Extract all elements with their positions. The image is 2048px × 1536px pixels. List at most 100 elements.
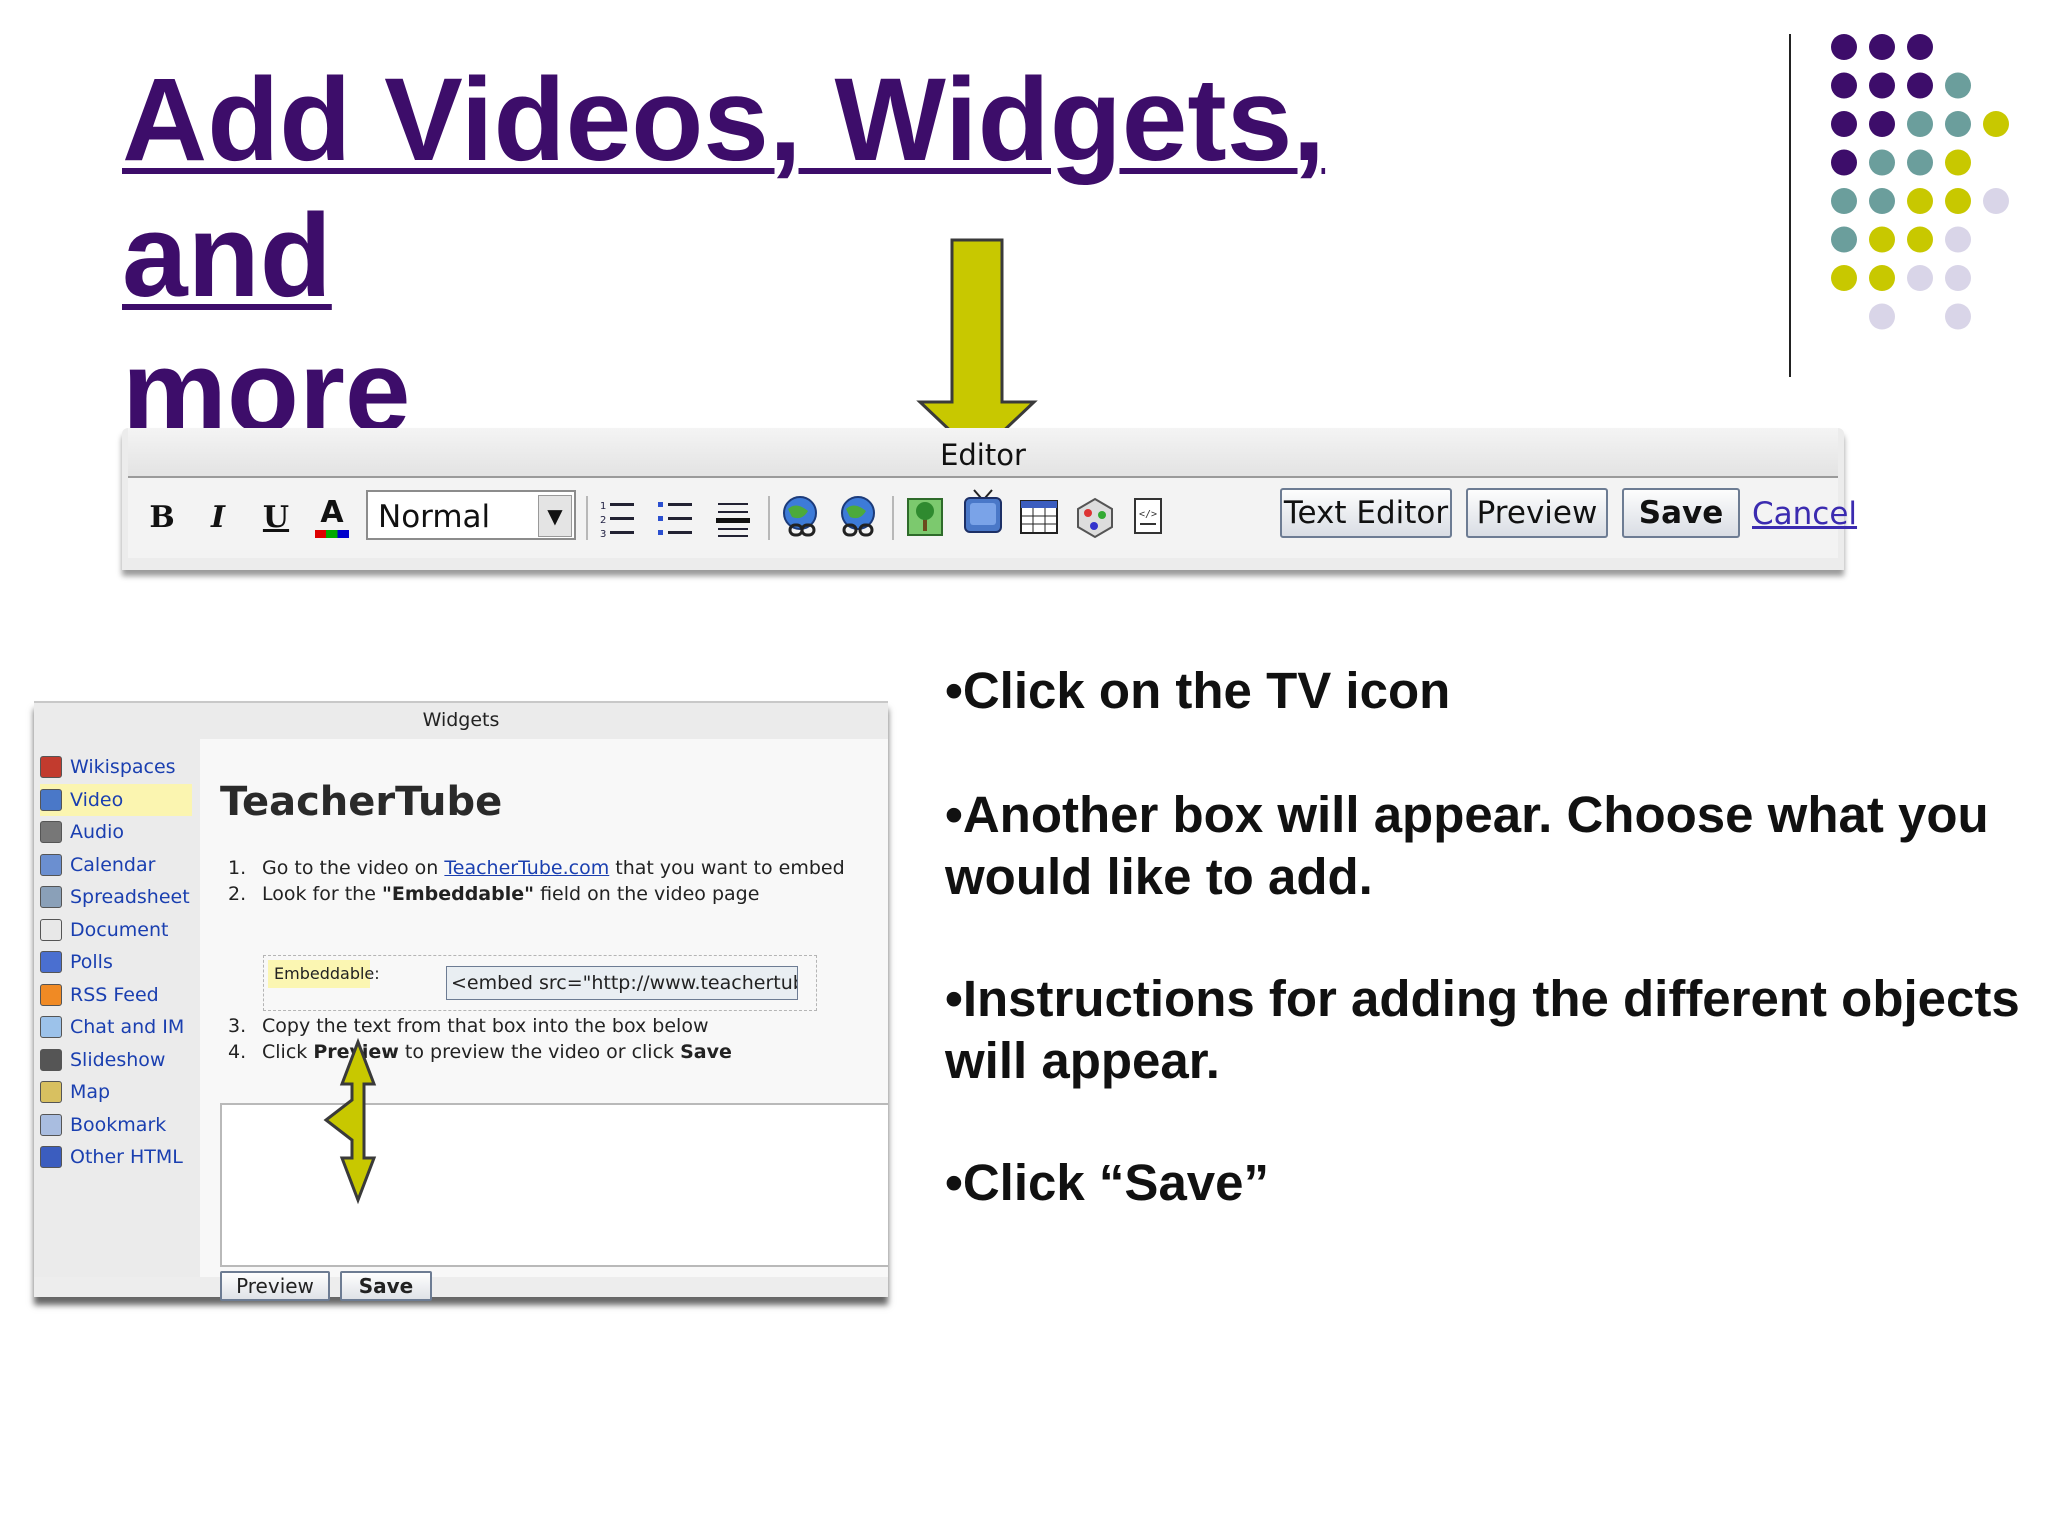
- step-emphasis: Save: [680, 1041, 732, 1063]
- bullet-1: •Click on the TV icon: [945, 662, 1451, 719]
- bullet-4: •Click “Save”: [945, 1154, 1270, 1211]
- widget-item-chat-and-im[interactable]: Chat and IM: [40, 1011, 192, 1044]
- bullet-2: •Another box will appear. Choose what yo…: [945, 786, 1989, 905]
- decorative-dot: [1945, 265, 1971, 291]
- widget-item-audio[interactable]: Audio: [40, 816, 192, 849]
- save-button[interactable]: Save: [1622, 488, 1740, 538]
- widget-item-slideshow[interactable]: Slideshow: [40, 1044, 192, 1077]
- numbered-list-icon[interactable]: 1 2 3: [598, 492, 638, 546]
- horizontal-rule-icon[interactable]: [714, 492, 754, 546]
- widget-item-map[interactable]: Map: [40, 1076, 192, 1109]
- step-number: 3.: [228, 1015, 247, 1037]
- decorative-dot: [1869, 34, 1895, 60]
- preview-button[interactable]: Preview: [1466, 488, 1608, 538]
- tv-icon[interactable]: [962, 486, 1004, 540]
- widget-item-document[interactable]: Document: [40, 914, 192, 947]
- widgets-dialog: Widgets Wikispaces Video Audio Calendar Spre…: [34, 701, 888, 1301]
- svg-text:1: 1: [600, 501, 606, 512]
- toolbar-separator: [768, 496, 770, 540]
- decorative-dot: [1831, 265, 1857, 291]
- decorative-divider: [1789, 34, 1791, 377]
- decorative-dot: [1907, 265, 1933, 291]
- color-strip: [315, 530, 349, 538]
- decorative-dot: [1945, 188, 1971, 214]
- wikispaces-icon: [40, 756, 62, 779]
- html-icon: [40, 1146, 62, 1169]
- widget-item-label: Slideshow: [70, 1048, 166, 1071]
- widget-save-button[interactable]: Save: [340, 1271, 432, 1301]
- decorative-dot: [1907, 149, 1933, 176]
- svg-text:</>: </>: [1139, 509, 1157, 520]
- italic-button[interactable]: I: [196, 490, 240, 544]
- chevron-down-icon[interactable]: ▼: [538, 495, 572, 537]
- widgets-header: Widgets: [34, 701, 888, 741]
- decorative-dot: [1907, 226, 1933, 253]
- instruction-step-4: 4.Click Preview to preview the video or …: [228, 1041, 732, 1067]
- widget-item-label: Audio: [70, 821, 125, 844]
- underline-button[interactable]: U: [254, 490, 298, 544]
- decorative-dot: [1831, 149, 1857, 176]
- step-text: field on the video page: [534, 883, 760, 905]
- text-color-button[interactable]: A: [310, 490, 354, 544]
- table-icon[interactable]: [1018, 490, 1060, 544]
- widget-item-label: Document: [70, 918, 169, 941]
- decorative-dot: [1869, 149, 1895, 176]
- widget-item-label: Other HTML: [70, 1146, 183, 1169]
- decorative-dot: [1869, 111, 1895, 137]
- widget-item-label: Map: [70, 1081, 111, 1104]
- widget-item-other-html[interactable]: Other HTML: [40, 1141, 192, 1174]
- instruction-step-2: 2. Look for the "Embeddable" field on the…: [228, 883, 845, 909]
- bullet-3: •Instructions for adding the different o…: [945, 970, 2020, 1089]
- widget-item-calendar[interactable]: Calendar: [40, 849, 192, 882]
- bullet-list-icon[interactable]: [656, 492, 696, 546]
- embed-code-textarea[interactable]: [220, 1103, 888, 1267]
- chat-icon: [40, 1016, 62, 1039]
- widget-instructions-panel: TeacherTube 1. Go to the video on Teacher…: [200, 739, 888, 1301]
- image-icon[interactable]: [906, 490, 946, 544]
- decorative-dot: [1869, 303, 1895, 330]
- external-link-icon[interactable]: [836, 490, 880, 544]
- step-number: 1.: [228, 857, 247, 879]
- instruction-steps-continued: 3. Copy the text from that box into the b…: [228, 1015, 732, 1067]
- cancel-link[interactable]: Cancel: [1752, 496, 1857, 532]
- editor-header: Editor: [128, 428, 1838, 478]
- decorative-dot: [1945, 303, 1971, 330]
- link-icon[interactable]: [780, 490, 824, 544]
- step-text: Copy the text from that box into the box…: [262, 1015, 709, 1037]
- widget-item-video[interactable]: Video: [40, 783, 192, 816]
- widget-item-label: Spreadsheet: [70, 886, 190, 909]
- widget-title: TeacherTube: [220, 779, 503, 825]
- instruction-steps: 1. Go to the video on TeacherTube.com tha…: [228, 857, 845, 909]
- decorative-dot: [1831, 34, 1857, 60]
- poll-chart-icon: [40, 951, 62, 974]
- bold-button[interactable]: B: [140, 490, 184, 544]
- decorative-dot: [1831, 111, 1857, 137]
- widget-preview-button[interactable]: Preview: [220, 1271, 330, 1301]
- decorative-dot: [1945, 226, 1971, 253]
- embeddable-field[interactable]: <embed src="http://www.teachertube: [446, 966, 798, 1000]
- camera-icon: [40, 1048, 62, 1071]
- decorative-dot: [1945, 149, 1971, 176]
- widget-item-polls[interactable]: Polls: [40, 946, 192, 979]
- svg-text:2: 2: [600, 515, 606, 526]
- decorative-dot: [1907, 72, 1933, 99]
- editor-title: Editor: [940, 438, 1026, 472]
- special-char-icon[interactable]: [1074, 490, 1116, 544]
- decorative-dot: [1945, 111, 1971, 137]
- decorative-dot: [1907, 188, 1933, 214]
- widget-item-spreadsheet[interactable]: Spreadsheet: [40, 881, 192, 914]
- widget-item-bookmark[interactable]: Bookmark: [40, 1109, 192, 1142]
- toolbar-separator: [586, 496, 588, 540]
- calendar-icon: [40, 853, 62, 876]
- rss-icon: [40, 983, 62, 1006]
- widget-item-rss-feed[interactable]: RSS Feed: [40, 979, 192, 1012]
- widget-type-list: Wikispaces Video Audio Calendar Spreadsheet D…: [40, 751, 192, 1174]
- paragraph-style-select[interactable]: Normal ▼: [366, 490, 576, 540]
- svg-text:3: 3: [600, 529, 606, 540]
- text-editor-button[interactable]: Text Editor: [1280, 488, 1452, 538]
- instruction-step-3: 3. Copy the text from that box into the b…: [228, 1015, 732, 1041]
- page-icon[interactable]: </>: [1130, 490, 1166, 544]
- teachertube-link[interactable]: TeacherTube.com: [444, 857, 609, 879]
- step-number: 2.: [228, 883, 247, 905]
- widget-item-wikispaces[interactable]: Wikispaces: [40, 751, 192, 784]
